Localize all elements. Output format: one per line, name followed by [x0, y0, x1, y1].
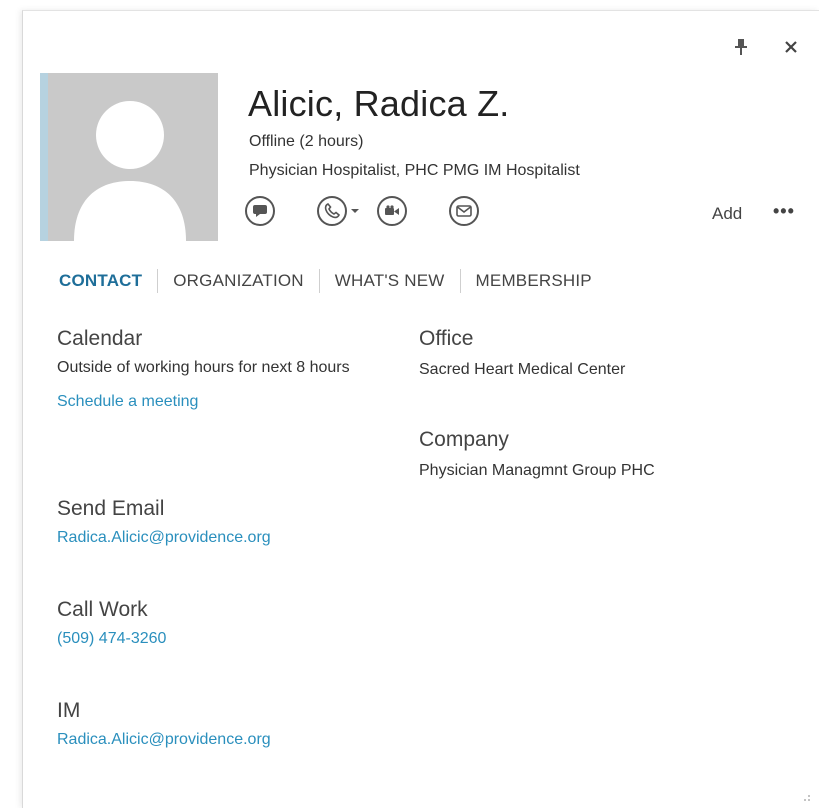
job-title: Physician Hospitalist, PHC PMG IM Hospit…: [249, 162, 580, 179]
tab-contact[interactable]: CONTACT: [59, 269, 159, 293]
im-heading: IM: [57, 699, 81, 722]
office-value: Sacred Heart Medical Center: [419, 361, 626, 378]
send-email-heading: Send Email: [57, 497, 165, 520]
action-buttons: [245, 196, 479, 226]
video-button[interactable]: [377, 196, 407, 226]
person-silhouette-icon: [74, 101, 186, 241]
tab-whats-new[interactable]: WHAT'S NEW: [320, 269, 461, 293]
send-email-link[interactable]: Radica.Alicic@providence.org: [57, 529, 271, 547]
video-icon: [385, 205, 399, 215]
avatar: [40, 73, 218, 241]
company-heading: Company: [419, 428, 509, 451]
tab-organization[interactable]: ORGANIZATION: [158, 269, 320, 293]
office-heading: Office: [419, 327, 474, 350]
contact-card: Alicic, Radica Z. Offline (2 hours) Phys…: [22, 10, 819, 808]
tab-bar: CONTACT ORGANIZATION WHAT'S NEW MEMBERSH…: [59, 269, 607, 293]
resize-grip[interactable]: [801, 790, 811, 801]
pin-icon[interactable]: [731, 37, 751, 57]
call-work-heading: Call Work: [57, 598, 148, 621]
call-work-link[interactable]: (509) 474-3260: [57, 630, 166, 648]
company-value: Physician Managmnt Group PHC: [419, 462, 655, 479]
office-section: Office Sacred Heart Medical Center: [419, 327, 625, 381]
calendar-section: Calendar Outside of working hours for ne…: [57, 327, 377, 411]
im-section: IM Radica.Alicic@providence.org: [57, 699, 271, 749]
close-icon[interactable]: [781, 37, 801, 57]
email-button[interactable]: [449, 196, 479, 226]
contact-name: Alicic, Radica Z.: [248, 83, 510, 124]
call-work-section: Call Work (509) 474-3260: [57, 598, 166, 648]
add-contact-button[interactable]: Add: [712, 204, 742, 224]
calendar-availability: Outside of working hours for next 8 hour…: [57, 359, 350, 376]
presence-bar: [40, 73, 48, 241]
call-group: [317, 196, 359, 226]
im-link[interactable]: Radica.Alicic@providence.org: [57, 731, 271, 749]
calendar-heading: Calendar: [57, 327, 143, 350]
mail-icon: [456, 205, 472, 217]
window-controls: [731, 37, 801, 57]
chat-button[interactable]: [245, 196, 275, 226]
presence-status: Offline (2 hours): [249, 133, 364, 150]
more-options-button[interactable]: •••: [773, 201, 795, 222]
tab-membership[interactable]: MEMBERSHIP: [461, 269, 607, 293]
send-email-section: Send Email Radica.Alicic@providence.org: [57, 497, 271, 547]
chat-icon: [253, 205, 267, 217]
company-section: Company Physician Managmnt Group PHC: [419, 428, 655, 482]
phone-icon: [324, 203, 340, 219]
schedule-meeting-link[interactable]: Schedule a meeting: [57, 393, 377, 411]
call-button[interactable]: [317, 196, 347, 226]
call-dropdown-caret[interactable]: [351, 209, 359, 213]
